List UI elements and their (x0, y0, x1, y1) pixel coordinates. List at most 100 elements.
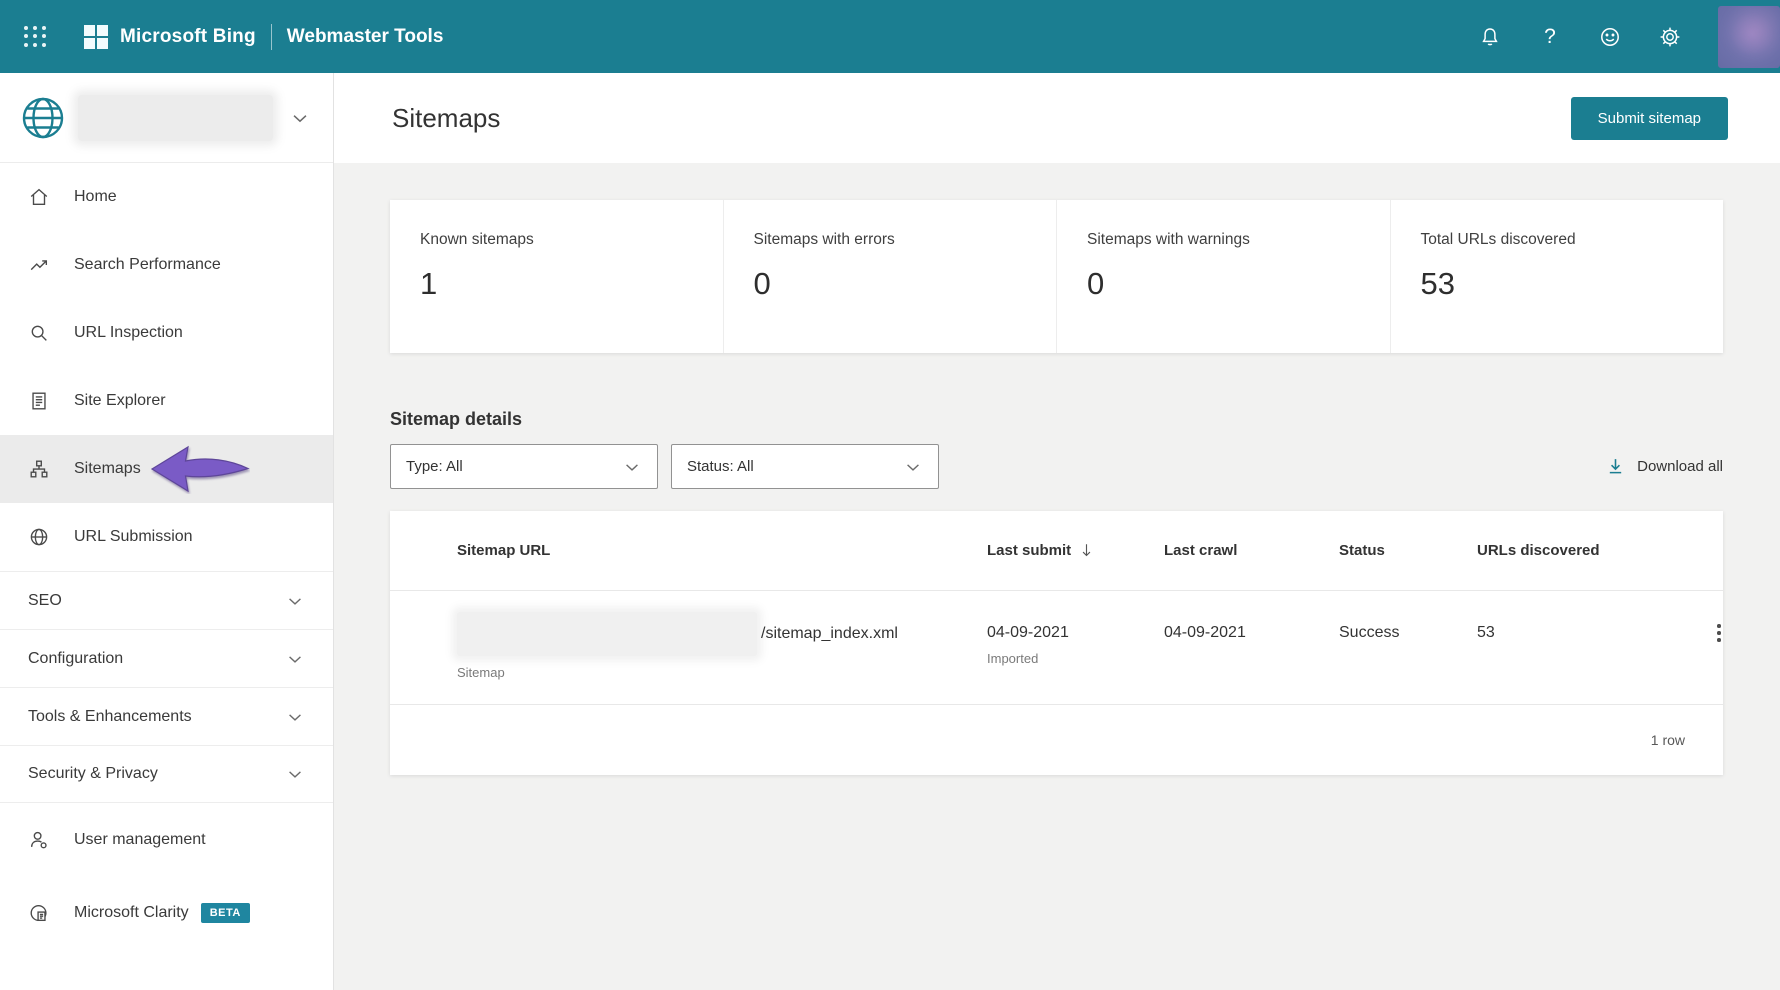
sidebar-item-label: URL Inspection (74, 324, 183, 341)
stat-label: Total URLs discovered (1420, 231, 1576, 248)
row-actions-kebab-icon[interactable] (1712, 612, 1726, 680)
type-filter-value: Type: All (406, 458, 463, 475)
home-icon (30, 188, 48, 206)
person-icon (30, 831, 47, 848)
site-globe-icon (22, 97, 64, 138)
last-submit-note: Imported (987, 651, 1039, 666)
download-all-button[interactable]: Download all (1605, 456, 1723, 477)
globe-icon (30, 528, 48, 546)
sidebar-group-label: SEO (28, 591, 62, 609)
sidebar-item-label: Search Performance (74, 256, 221, 273)
chevron-down-icon (626, 463, 638, 471)
chevron-down-icon (289, 655, 301, 663)
sidebar-group-tools-enhancements[interactable]: Tools & Enhancements (0, 687, 333, 745)
column-header-last-crawl[interactable]: Last crawl (1164, 542, 1339, 559)
app-header: Microsoft Bing Webmaster Tools ? (0, 0, 1780, 73)
chevron-down-icon (907, 463, 919, 471)
sidebar-group-label: Configuration (28, 649, 124, 667)
sidebar-item-label: User management (74, 830, 206, 848)
sidebar-item-sitemaps[interactable]: Sitemaps (0, 435, 333, 503)
stat-value: 0 (1087, 266, 1105, 301)
stat-sitemaps-with-warnings: Sitemaps with warnings 0 (1056, 200, 1390, 353)
annotation-arrow (150, 445, 250, 493)
product-name: Webmaster Tools (286, 25, 444, 47)
sidebar-item-label: Home (74, 188, 117, 205)
column-header-last-submit[interactable]: Last submit (987, 542, 1164, 559)
filter-row: Type: All Status: All Download all (390, 444, 1723, 489)
sidebar-group-label: Tools & Enhancements (28, 707, 192, 725)
sidebar-item-user-management[interactable]: User management (0, 803, 333, 876)
download-all-label: Download all (1637, 458, 1723, 475)
microsoft-logo (84, 24, 108, 49)
site-selector[interactable] (0, 73, 333, 163)
stat-known-sitemaps: Known sitemaps 1 (390, 200, 723, 353)
last-submit-date: 04-09-2021 (987, 624, 1069, 641)
sidebar-item-label: Sitemaps (74, 460, 141, 477)
sidebar: Home Search Performance URL Inspection S… (0, 73, 334, 990)
sidebar-item-url-submission[interactable]: URL Submission (0, 503, 333, 571)
column-header-urls-discovered[interactable]: URLs discovered (1477, 542, 1712, 559)
sidebar-item-microsoft-clarity[interactable]: Microsoft Clarity BETA (0, 876, 333, 949)
brand-name: Microsoft Bing (120, 25, 256, 47)
stat-label: Known sitemaps (420, 231, 534, 248)
notifications-bell-icon[interactable] (1478, 25, 1502, 49)
clarity-icon (30, 904, 47, 921)
sidebar-item-url-inspection[interactable]: URL Inspection (0, 299, 333, 367)
sidebar-group-label: Security & Privacy (28, 765, 158, 782)
status-filter-value: Status: All (687, 458, 754, 475)
column-header-sitemap-url[interactable]: Sitemap URL (457, 542, 987, 559)
feedback-smiley-icon[interactable] (1598, 25, 1622, 49)
sidebar-item-label: URL Submission (74, 528, 193, 545)
redacted-site-name (78, 94, 273, 141)
download-icon (1609, 459, 1622, 474)
waffle-menu-icon[interactable] (22, 24, 48, 50)
sidebar-group-seo[interactable]: SEO (0, 571, 333, 629)
column-header-status[interactable]: Status (1339, 542, 1477, 559)
header-divider (270, 23, 272, 50)
stat-sitemaps-with-errors: Sitemaps with errors 0 (722, 200, 1057, 353)
cell-status: Success (1339, 624, 1400, 641)
stat-label: Sitemaps with warnings (1087, 231, 1250, 248)
table-header-row: Sitemap URL Last submit Last crawl Statu… (390, 511, 1723, 591)
page-header: Sitemaps Submit sitemap (334, 73, 1780, 163)
chevron-down-icon (293, 114, 307, 122)
sidebar-item-home[interactable]: Home (0, 163, 333, 231)
chevron-down-icon (289, 713, 301, 721)
sidebar-item-search-performance[interactable]: Search Performance (0, 231, 333, 299)
main-content: Sitemaps Submit sitemap Known sitemaps 1… (334, 73, 1780, 990)
sitemaps-table: Sitemap URL Last submit Last crawl Statu… (390, 511, 1723, 775)
stat-value: 1 (420, 266, 438, 301)
trend-up-icon (30, 260, 48, 271)
chevron-down-icon (289, 597, 301, 605)
stats-strip: Known sitemaps 1 Sitemaps with errors 0 … (390, 200, 1723, 353)
sidebar-item-site-explorer[interactable]: Site Explorer (0, 367, 333, 435)
stat-value: 53 (1420, 266, 1455, 301)
settings-gear-icon[interactable] (1658, 25, 1682, 49)
status-filter-dropdown[interactable]: Status: All (671, 444, 939, 489)
stat-label: Sitemaps with errors (753, 231, 895, 248)
beta-badge: BETA (200, 902, 250, 923)
cell-sitemap-url[interactable]: /sitemap_index.xml Sitemap (457, 612, 987, 680)
help-icon[interactable]: ? (1538, 25, 1562, 49)
sidebar-item-label: Site Explorer (74, 392, 166, 409)
sitemap-details-heading: Sitemap details (390, 409, 523, 429)
sidebar-item-label: Microsoft Clarity (74, 903, 189, 921)
sidebar-group-security-privacy[interactable]: Security & Privacy (0, 745, 333, 803)
table-footer: 1 row (390, 705, 1723, 775)
cell-urls-discovered: 53 (1477, 624, 1495, 641)
sidebar-group-configuration[interactable]: Configuration (0, 629, 333, 687)
document-list-icon (32, 392, 46, 410)
page-title: Sitemaps (392, 102, 501, 133)
account-avatar[interactable] (1718, 5, 1780, 68)
redacted-domain (457, 612, 757, 656)
row-count: 1 row (1650, 732, 1685, 748)
chevron-down-icon (289, 771, 301, 778)
table-row[interactable]: /sitemap_index.xml Sitemap 04-09-2021 Im… (390, 591, 1723, 705)
sitemap-type-label: Sitemap (457, 665, 505, 680)
org-chart-icon (30, 460, 48, 478)
stat-value: 0 (753, 266, 771, 301)
type-filter-dropdown[interactable]: Type: All (390, 444, 658, 489)
submit-sitemap-button[interactable]: Submit sitemap (1570, 96, 1728, 140)
sort-descending-icon (1082, 544, 1091, 557)
cell-last-crawl: 04-09-2021 (1164, 624, 1246, 641)
